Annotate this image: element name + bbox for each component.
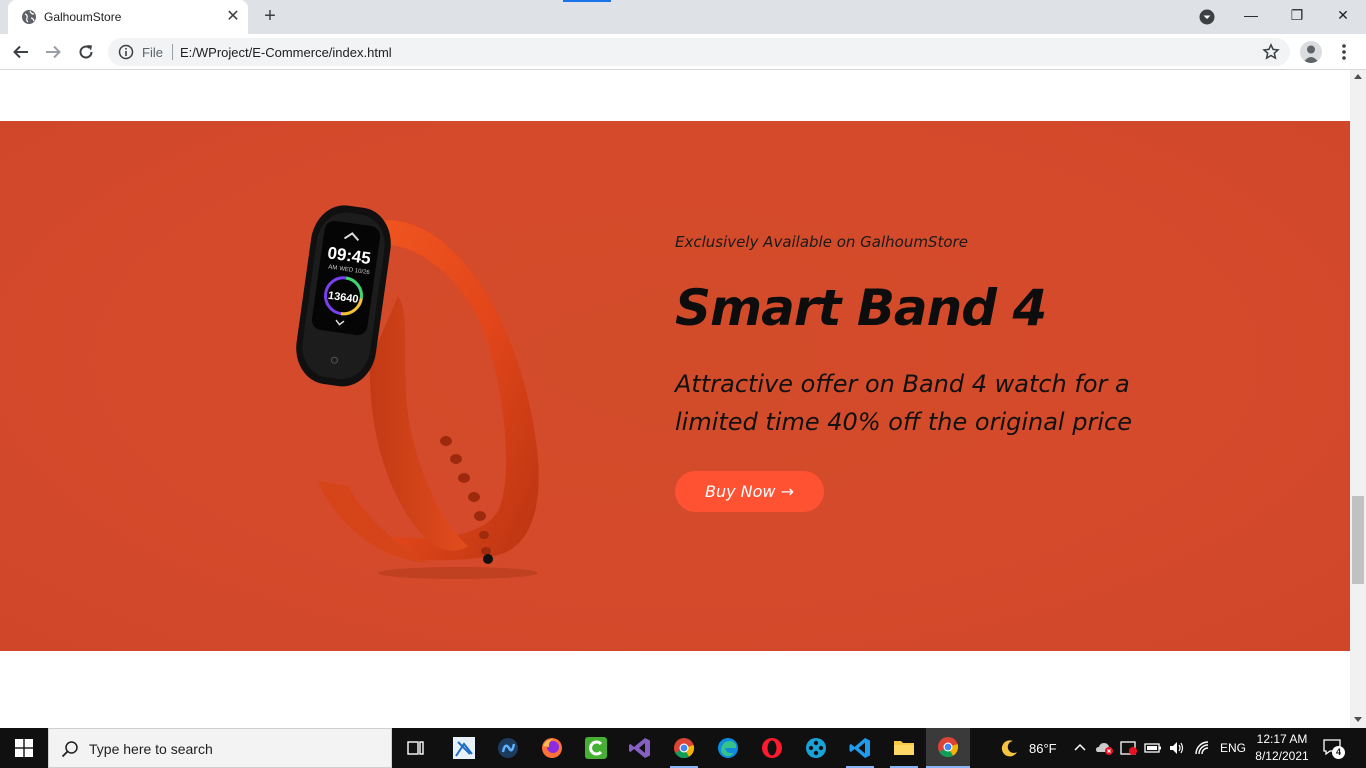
clock-time: 12:17 AM — [1256, 732, 1308, 746]
smart-band-product-image: 09:45 AM WED 10/26 13640 — [296, 205, 539, 579]
file-scheme-label: File — [142, 45, 163, 60]
arrow-right-icon — [46, 45, 61, 59]
browser-tab[interactable]: GalhoumStore ✕ — [8, 0, 248, 34]
reload-icon — [79, 45, 93, 59]
profile-avatar[interactable] — [1300, 41, 1322, 63]
tab-loading-indicator — [563, 0, 611, 2]
visual-studio-icon[interactable] — [618, 728, 662, 768]
volume-icon[interactable] — [1168, 740, 1186, 756]
scrollbar-thumb[interactable] — [1352, 496, 1364, 584]
promo-banner: 09:45 AM WED 10/26 13640 Exclusively Ava… — [0, 121, 1350, 651]
language-indicator[interactable]: ENG — [1220, 741, 1246, 755]
clock-date: 8/12/2021 — [1255, 749, 1309, 763]
globe-icon — [22, 10, 36, 24]
scroll-down-arrow-icon[interactable] — [1354, 717, 1362, 722]
scroll-up-arrow-icon[interactable] — [1354, 74, 1362, 79]
vscode-icon[interactable] — [838, 728, 882, 768]
search-icon — [61, 741, 78, 758]
arrow-left-icon — [13, 45, 28, 59]
search-placeholder: Type here to search — [89, 741, 213, 757]
start-button[interactable] — [0, 728, 48, 768]
new-tab-button[interactable]: + — [259, 6, 281, 28]
restore-button[interactable]: ❐ — [1274, 0, 1320, 30]
close-tab-icon[interactable]: ✕ — [224, 8, 242, 26]
snipping-tool-icon[interactable] — [442, 728, 486, 768]
page-viewport: 09:45 AM WED 10/26 13640 Exclusively Ava… — [0, 70, 1350, 728]
notification-center-button[interactable]: 4 — [1322, 738, 1346, 760]
firefox-icon[interactable] — [530, 728, 574, 768]
weather-moon-icon[interactable] — [1000, 738, 1020, 758]
kebab-menu-icon[interactable] — [1334, 42, 1354, 62]
tab-title: GalhoumStore — [44, 10, 122, 24]
tab-strip: GalhoumStore ✕ + — ❐ ✕ — [0, 0, 1366, 34]
browser-toolbar: File E:/WProject/E-Commerce/index.html — [0, 34, 1366, 70]
taskbar-search-box[interactable]: Type here to search — [48, 728, 392, 768]
info-icon[interactable] — [118, 44, 134, 60]
camtasia-icon[interactable] — [574, 728, 618, 768]
notification-count-badge: 4 — [1332, 746, 1345, 759]
app-blue-swirl-icon[interactable] — [486, 728, 530, 768]
file-explorer-icon[interactable] — [882, 728, 926, 768]
omnibox-divider — [172, 44, 173, 60]
address-bar[interactable]: File E:/WProject/E-Commerce/index.html — [108, 38, 1290, 66]
chrome-active-icon[interactable] — [926, 728, 970, 768]
person-icon — [1303, 45, 1319, 63]
weather-temperature[interactable]: 86°F — [1029, 741, 1057, 756]
taskbar-clock[interactable]: 12:17 AM 8/12/2021 — [1250, 731, 1314, 765]
tab-search-icon[interactable] — [1198, 8, 1216, 26]
forward-button[interactable] — [41, 40, 65, 64]
edge-icon[interactable] — [706, 728, 750, 768]
task-view-icon[interactable] — [394, 728, 438, 768]
promo-description: Attractive offer on Band 4 watch for a l… — [675, 370, 1132, 436]
promo-eyebrow: Exclusively Available on GalhoumStore — [675, 233, 968, 251]
chevron-up-icon[interactable] — [1074, 742, 1086, 752]
minimize-button[interactable]: — — [1228, 0, 1274, 30]
windows-logo-icon — [15, 739, 33, 757]
url-text[interactable]: E:/WProject/E-Commerce/index.html — [180, 45, 392, 60]
onedrive-error-icon[interactable] — [1095, 740, 1115, 756]
security-alert-icon[interactable] — [1120, 740, 1138, 756]
bookmark-star-icon[interactable] — [1262, 43, 1280, 61]
windows-taskbar: Type here to search 86°F ENG 12:17 AM 8/… — [0, 728, 1366, 768]
buy-now-button[interactable]: Buy Now → — [675, 471, 824, 512]
chrome-icon[interactable] — [662, 728, 706, 768]
battery-icon[interactable] — [1144, 741, 1162, 755]
band-screen-ampm: AM — [328, 264, 338, 271]
film-reel-app-icon[interactable] — [794, 728, 838, 768]
reload-button[interactable] — [74, 40, 98, 64]
wifi-icon[interactable] — [1194, 740, 1210, 756]
window-close-button[interactable]: ✕ — [1320, 0, 1366, 30]
page-scrollbar[interactable] — [1350, 70, 1366, 728]
promo-headline: Smart Band 4 — [675, 279, 1047, 337]
opera-icon[interactable] — [750, 728, 794, 768]
back-button[interactable] — [9, 40, 33, 64]
